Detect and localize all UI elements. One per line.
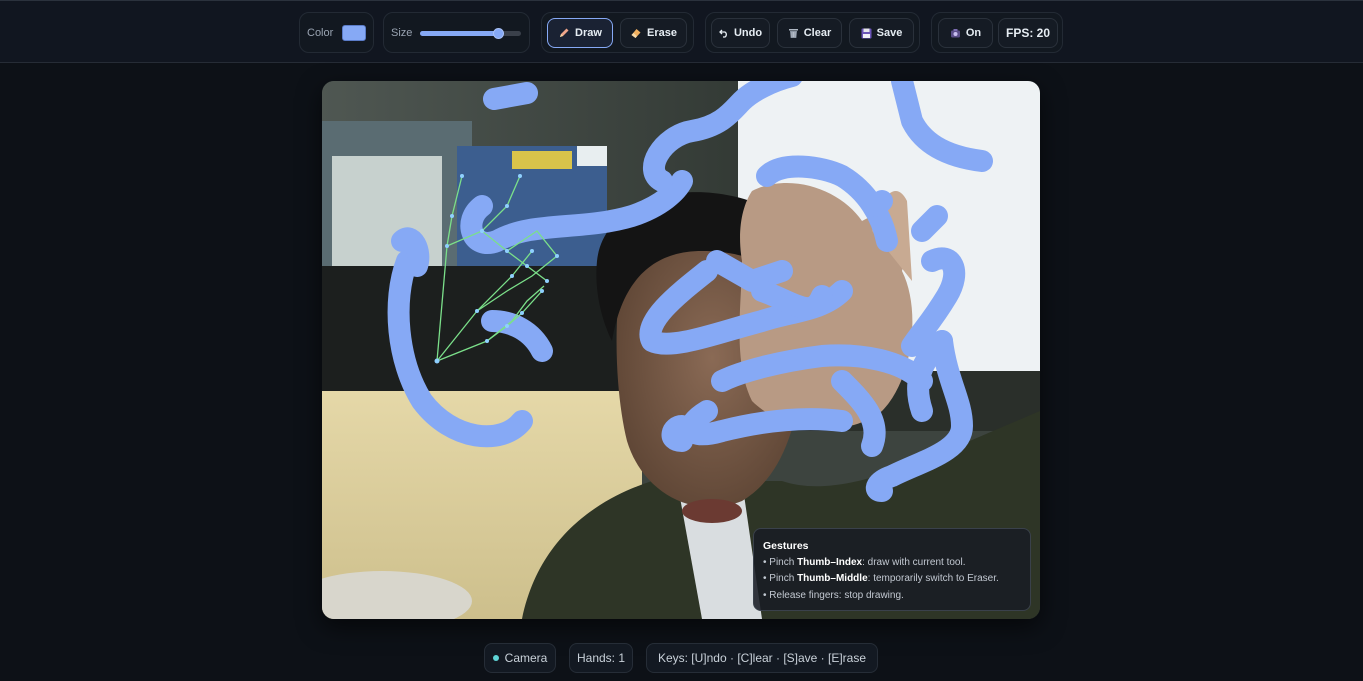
- size-slider-fill: [420, 31, 499, 36]
- poster-sticker: [512, 151, 572, 169]
- gestures-title: Gestures: [763, 540, 809, 552]
- status-dot-icon: [492, 655, 499, 661]
- gesture-item-suffix: : draw with current tool.: [862, 556, 966, 568]
- clear-button[interactable]: Clear: [777, 18, 842, 48]
- clear-button-label: Clear: [803, 27, 832, 39]
- undo-button[interactable]: Undo: [711, 18, 770, 48]
- undo-button-label: Undo: [733, 27, 763, 39]
- color-swatch[interactable]: [342, 25, 366, 41]
- size-group: Size: [383, 12, 530, 53]
- mouth: [682, 499, 742, 523]
- draw-button-label: Draw: [575, 27, 602, 39]
- camera-toggle-label: On: [965, 27, 982, 39]
- erase-button-label: Erase: [647, 27, 677, 39]
- camera-group: On FPS: 20: [931, 12, 1063, 53]
- save-button-label: Save: [876, 27, 903, 39]
- size-slider-thumb[interactable]: [493, 28, 505, 39]
- fps-counter: FPS: 20: [998, 18, 1058, 48]
- pencil-icon: [558, 27, 570, 39]
- desk-shadow: [322, 266, 622, 391]
- size-slider[interactable]: [420, 28, 521, 39]
- erase-button[interactable]: Erase: [620, 18, 687, 48]
- camera-status: Camera: [484, 643, 556, 673]
- camera-canvas[interactable]: Gestures • Pinch Thumb–Index: draw with …: [322, 81, 1040, 619]
- save-button[interactable]: Save: [849, 18, 914, 48]
- action-group: Undo Clear Save: [705, 12, 920, 53]
- gestures-panel: Gestures • Pinch Thumb–Index: draw with …: [753, 528, 1031, 611]
- gesture-item-bold: Thumb–Middle: [797, 573, 868, 584]
- gesture-item-prefix: • Pinch: [763, 573, 798, 584]
- gesture-item: • Pinch Thumb–Index: draw with current t…: [763, 555, 1021, 572]
- camera-toggle-button[interactable]: On: [938, 18, 993, 48]
- camera-status-label: Camera: [504, 651, 548, 665]
- gesture-item: • Release fingers: stop drawing.: [763, 588, 1021, 605]
- gesture-item-prefix: • Release fingers: stop drawing.: [763, 589, 904, 601]
- gesture-item: • Pinch Thumb–Middle: temporarily switch…: [763, 571, 1021, 588]
- camera-icon: [950, 28, 961, 39]
- gesture-item-prefix: • Pinch: [763, 556, 798, 568]
- color-label: Color: [307, 27, 334, 39]
- poster-note: [577, 146, 607, 166]
- color-group: Color: [299, 12, 374, 53]
- trash-icon: [788, 27, 799, 39]
- gesture-item-bold: Thumb–Index: [797, 556, 863, 568]
- undo-arrow-icon: [719, 28, 729, 38]
- toolbar: Color Size Draw Erase Undo Clear Save On…: [0, 0, 1363, 63]
- keyboard-shortcuts: Keys: [U]ndo · [C]lear · [S]ave · [E]ras…: [646, 643, 878, 673]
- size-label: Size: [391, 27, 413, 39]
- gesture-item-suffix: : temporarily switch to Eraser.: [867, 573, 999, 584]
- hands-count: Hands: 1: [569, 643, 633, 673]
- tool-group: Draw Erase: [541, 12, 694, 53]
- draw-button[interactable]: Draw: [547, 18, 613, 48]
- eraser-icon: [630, 27, 642, 39]
- floppy-disk-icon: [861, 28, 872, 39]
